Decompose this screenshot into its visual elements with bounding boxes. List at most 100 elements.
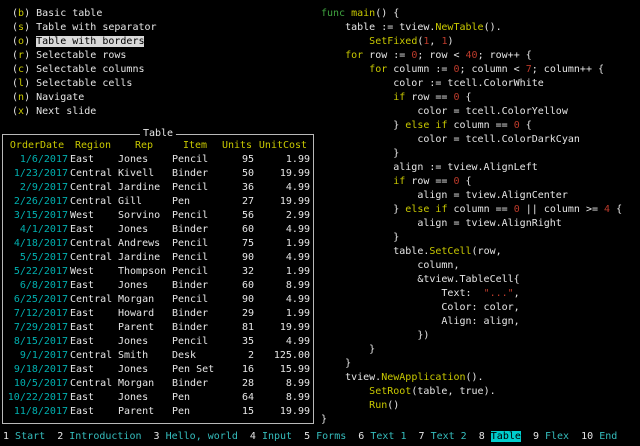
table-cell: Binder — [172, 377, 218, 391]
paren: ) — [24, 64, 36, 75]
code-token: (). — [466, 372, 484, 383]
code-token: ; row++ { — [478, 50, 532, 61]
menu-item-label: Table with borders — [36, 36, 144, 47]
table-cell: 11/8/2017 — [6, 405, 68, 419]
paren: ) — [24, 92, 36, 103]
table-cell: 10/22/2017 — [6, 391, 68, 405]
slide-label: Input — [262, 431, 292, 442]
code-line: SetFixed(1, 1) — [321, 35, 622, 49]
table-cell: 4.99 — [256, 335, 310, 349]
menu-item-s[interactable]: (s) Table with separator — [12, 21, 157, 35]
menu-item-l[interactable]: (l) Selectable cells — [12, 77, 157, 91]
code-token: color = tcell.ColorDarkCyan — [321, 134, 580, 145]
code-line: table.SetCell(row, — [321, 245, 622, 259]
slide-tab-end[interactable]: 10 End — [581, 431, 617, 442]
code-token: align = tview.AlignRight — [321, 218, 562, 229]
code-token: column == — [447, 204, 513, 215]
slide-label: Forms — [316, 431, 346, 442]
slide-tab-forms[interactable]: 5 Forms — [304, 431, 346, 442]
slide-tab-table[interactable]: 8 Table — [479, 431, 521, 442]
table-cell: 64 — [220, 391, 254, 405]
slide-status-bar: 1 Start 2 Introduction 3 Hello, world 4 … — [3, 430, 617, 444]
table-cell: 8.99 — [256, 377, 310, 391]
table-cell: East — [70, 307, 116, 321]
table-cell: East — [70, 153, 116, 167]
table-row: 7/29/2017EastParentBinder8119.99 — [3, 321, 313, 335]
table-row: 4/18/2017CentralAndrewsPencil751.99 — [3, 237, 313, 251]
table-cell: Pencil — [172, 335, 218, 349]
slide-label: Flex — [545, 431, 569, 442]
table-cell: West — [70, 209, 116, 223]
code-token: (). — [484, 22, 502, 33]
code-line: for column := 0; column < 7; column++ { — [321, 63, 622, 77]
table-cell: Central — [70, 377, 116, 391]
menu-item-label: Selectable rows — [36, 50, 126, 61]
table-cell: 4.99 — [256, 251, 310, 265]
menu-item-o[interactable]: (o) Table with borders — [12, 35, 157, 49]
table-cell: Pencil — [172, 293, 218, 307]
table-cell: 4.99 — [256, 293, 310, 307]
slide-label: Text 1 — [370, 431, 406, 442]
slide-menu: (b) Basic table(s) Table with separator(… — [12, 7, 157, 119]
slide-tab-flex[interactable]: 9 Flex — [533, 431, 569, 442]
slide-tab-text-1[interactable]: 6 Text 1 — [358, 431, 406, 442]
table-cell: Parent — [118, 405, 170, 419]
code-token: tview. — [321, 372, 381, 383]
slide-number: 8 — [479, 431, 491, 442]
menu-item-b[interactable]: (b) Basic table — [12, 7, 157, 21]
menu-item-label: Basic table — [36, 8, 102, 19]
slide-label: Start — [15, 431, 45, 442]
table-cell: 15.99 — [256, 363, 310, 377]
code-line: if row == 0 { — [321, 91, 622, 105]
code-token: (table, true). — [411, 386, 495, 397]
code-token: else — [405, 120, 429, 131]
table-cell: East — [70, 335, 116, 349]
table-cell: 50 — [220, 167, 254, 181]
slide-label: Introduction — [69, 431, 141, 442]
table-cell: 8/15/2017 — [6, 335, 68, 349]
table-cell: Central — [70, 251, 116, 265]
code-token: &tview.TableCell{ — [321, 274, 520, 285]
code-line: column, — [321, 259, 622, 273]
slide-number: 7 — [419, 431, 431, 442]
menu-item-c[interactable]: (c) Selectable columns — [12, 63, 157, 77]
table-cell: Jones — [118, 335, 170, 349]
table-cell: 16 — [220, 363, 254, 377]
code-token — [321, 386, 369, 397]
table-cell: 1.99 — [256, 237, 310, 251]
code-token: { — [460, 92, 472, 103]
code-token: () — [387, 400, 399, 411]
header-cell: Units — [220, 139, 254, 153]
table-cell: 28 — [220, 377, 254, 391]
menu-item-r[interactable]: (r) Selectable rows — [12, 49, 157, 63]
menu-item-x[interactable]: (x) Next slide — [12, 105, 157, 119]
table-cell: 9/18/2017 — [6, 363, 68, 377]
slide-tab-input[interactable]: 4 Input — [250, 431, 292, 442]
table-cell: Central — [70, 349, 116, 363]
table-cell: Pen Set — [172, 363, 218, 377]
code-token: } — [321, 120, 405, 131]
table-cell: Parent — [118, 321, 170, 335]
table-cell: 5/5/2017 — [6, 251, 68, 265]
slide-tab-text-2[interactable]: 7 Text 2 — [419, 431, 467, 442]
table-cell: 8.99 — [256, 391, 310, 405]
table-cell: East — [70, 391, 116, 405]
slide-tab-hello-world[interactable]: 3 Hello, world — [154, 431, 238, 442]
code-token: color := tcell.ColorWhite — [321, 78, 544, 89]
code-token — [321, 64, 369, 75]
header-cell: UnitCost — [256, 139, 310, 153]
table-row: 3/15/2017WestSorvinoPencil562.99 — [3, 209, 313, 223]
paren: ) — [24, 50, 36, 61]
slide-number: 6 — [358, 431, 370, 442]
table-cell: East — [70, 405, 116, 419]
code-token: { — [460, 176, 472, 187]
table-cell: 19.99 — [256, 405, 310, 419]
table-cell: 5/22/2017 — [6, 265, 68, 279]
code-token: for — [369, 64, 387, 75]
slide-tab-introduction[interactable]: 2 Introduction — [57, 431, 141, 442]
menu-item-n[interactable]: (n) Navigate — [12, 91, 157, 105]
slide-tab-start[interactable]: 1 Start — [3, 431, 45, 442]
code-token: color = tcell.ColorYellow — [321, 106, 568, 117]
code-token: } — [321, 358, 351, 369]
table-cell: Morgan — [118, 377, 170, 391]
